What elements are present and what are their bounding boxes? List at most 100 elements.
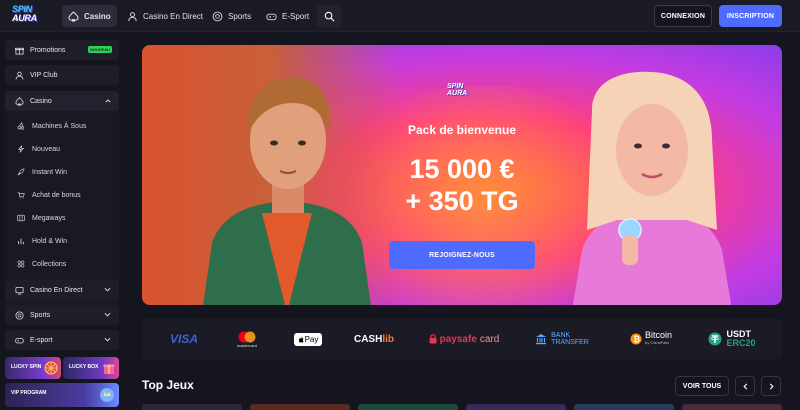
lucky-box-tile[interactable]: LUCKY BOX	[63, 357, 119, 379]
hero-amount-line2: + 350 TG	[405, 186, 519, 216]
sidebar-sub-label: Machines À Sous	[32, 122, 87, 130]
chevron-down-icon	[104, 312, 111, 317]
game-card[interactable]	[682, 404, 782, 410]
payment-methods-bar: VISA mastercard Pay CASH lib paysafe car…	[142, 318, 782, 360]
site-logo[interactable]: SPIN AURA	[12, 5, 52, 27]
sidebar-item-casino-label: Casino	[30, 97, 52, 105]
sidebar-item-hold-and-win[interactable]: Hold & Win	[5, 231, 119, 251]
lock-icon	[429, 334, 437, 344]
hero-man-image	[203, 76, 371, 305]
user-icon	[15, 71, 24, 80]
sidebar-item-esport-label: E-sport	[30, 336, 53, 344]
sidebar-sub-label: Megaways	[32, 214, 66, 222]
gamepad-icon	[15, 337, 24, 343]
sidebar-sub-label: Achat de bonus	[32, 191, 81, 199]
see-all-button[interactable]: VOIR TOUS	[675, 376, 729, 396]
login-button[interactable]: CONNEXION	[654, 5, 712, 27]
gift-icon	[15, 47, 24, 55]
sidebar-item-achat-de-bonus[interactable]: Achat de bonus	[5, 185, 119, 205]
live-casino-icon	[15, 286, 24, 295]
sidebar-item-promotions[interactable]: Promotions NOUVEAU	[5, 40, 119, 60]
svg-text:₿: ₿	[633, 335, 640, 344]
chevron-right-icon	[769, 382, 774, 390]
grid-icon	[17, 260, 25, 268]
sidebar-sub-label: Hold & Win	[32, 237, 68, 245]
bitcoin-logo: ₿ Bitcoin by CoinsPaid	[620, 318, 682, 360]
nav-casino-live[interactable]: Casino En Direct	[121, 5, 209, 27]
sidebar-item-vip-club[interactable]: VIP Club	[5, 65, 119, 85]
sidebar-item-esport[interactable]: E-sport	[5, 330, 119, 350]
sidebar-item-megaways[interactable]: Megaways	[5, 208, 119, 228]
hero-amount: 15 000 € + 350 TG	[374, 153, 550, 217]
visa-logo: VISA	[169, 332, 198, 346]
search-button[interactable]	[317, 5, 341, 27]
sidebar-item-sports[interactable]: Sports	[5, 305, 119, 325]
game-card[interactable]	[466, 404, 566, 410]
sidebar-sub-label: Instant Win	[32, 168, 68, 176]
join-button[interactable]: REJOIGNEZ-NOUS	[389, 241, 535, 269]
lucky-spin-label: LUCKY SPIN	[11, 364, 42, 370]
nav-esport-label: E-Sport	[282, 11, 310, 21]
chevron-down-icon	[104, 287, 111, 292]
paysafecard-logo: paysafe card	[424, 318, 504, 360]
game-card[interactable]	[250, 404, 350, 410]
cashlib-logo: CASH lib	[353, 333, 394, 345]
hero-amount-line1: 15 000 €	[409, 154, 515, 184]
vip-badge-icon	[100, 388, 114, 402]
gift-box-icon	[103, 364, 115, 374]
bars-icon	[18, 238, 24, 245]
chevron-down-icon	[104, 337, 111, 342]
mastercard-logo: mastercard	[230, 318, 264, 360]
sidebar-item-sports-label: Sports	[30, 311, 51, 319]
usdt-logo: USDT ERC20	[704, 318, 760, 360]
spade-icon	[15, 96, 24, 106]
prev-button[interactable]	[735, 376, 755, 396]
nav-sports-label: Sports	[228, 11, 252, 21]
top-bar: SPIN AURA Casino Casino En Direct Sports …	[0, 0, 800, 32]
chevron-left-icon	[742, 382, 747, 390]
sidebar-item-casino-en-direct[interactable]: Casino En Direct	[5, 280, 119, 300]
reels-icon	[17, 214, 25, 222]
sidebar-item-promotions-label: Promotions	[30, 46, 66, 54]
lucky-spin-tile[interactable]: LUCKY SPIN	[5, 357, 61, 379]
sidebar-item-casino-en-direct-label: Casino En Direct	[30, 286, 83, 294]
chevron-up-icon	[105, 99, 111, 103]
hero-subtitle: Pack de bienvenue	[407, 123, 517, 137]
game-card[interactable]	[574, 404, 674, 410]
sidebar-item-casino[interactable]: Casino	[5, 91, 119, 111]
sidebar-item-nouveau[interactable]: Nouveau	[5, 139, 119, 159]
bank-icon	[536, 334, 547, 345]
gamepad-icon	[266, 13, 277, 20]
bitcoin-icon: ₿	[630, 333, 642, 345]
sidebar-item-collections[interactable]: Collections	[5, 254, 119, 274]
signup-button[interactable]: INSCRIPTION	[719, 5, 782, 27]
nav-esport[interactable]: E-Sport	[260, 5, 315, 27]
soccer-ball-icon	[15, 310, 24, 320]
sidebar-sub-label: Nouveau	[32, 145, 61, 153]
sidebar-item-machines-a-sous[interactable]: Machines À Sous	[5, 116, 119, 136]
apple-icon	[298, 336, 304, 343]
nav-casino[interactable]: Casino	[62, 5, 117, 27]
hero-logo: SPIN AURA	[447, 83, 468, 97]
sidebar-item-instant-win[interactable]: Instant Win	[5, 162, 119, 182]
game-card[interactable]	[142, 404, 242, 410]
vip-program-tile[interactable]: VIP PROGRAM	[5, 383, 119, 407]
nav-casino-live-label: Casino En Direct	[143, 11, 204, 21]
top-games-title: Top Jeux	[142, 378, 194, 392]
game-card[interactable]	[358, 404, 458, 410]
live-casino-icon	[128, 11, 137, 21]
sidebar: Promotions NOUVEAU VIP Club Casino Machi…	[5, 40, 119, 410]
apple-pay-logo: Pay	[292, 318, 324, 360]
wheel-icon	[44, 361, 58, 375]
search-icon	[324, 11, 334, 21]
hero-banner: SPIN AURA Pack de bienvenue 15 000 € + 3…	[142, 45, 782, 305]
rocket-icon	[17, 168, 25, 176]
bank-transfer-logo: BANK TRANSFER	[532, 318, 592, 360]
next-button[interactable]	[761, 376, 781, 396]
lightning-icon	[17, 145, 25, 153]
nav-sports[interactable]: Sports	[206, 5, 257, 27]
sidebar-sub-label: Collections	[32, 260, 67, 268]
mastercard-icon	[238, 331, 256, 342]
cherries-icon	[17, 122, 25, 130]
tether-icon	[708, 332, 722, 346]
